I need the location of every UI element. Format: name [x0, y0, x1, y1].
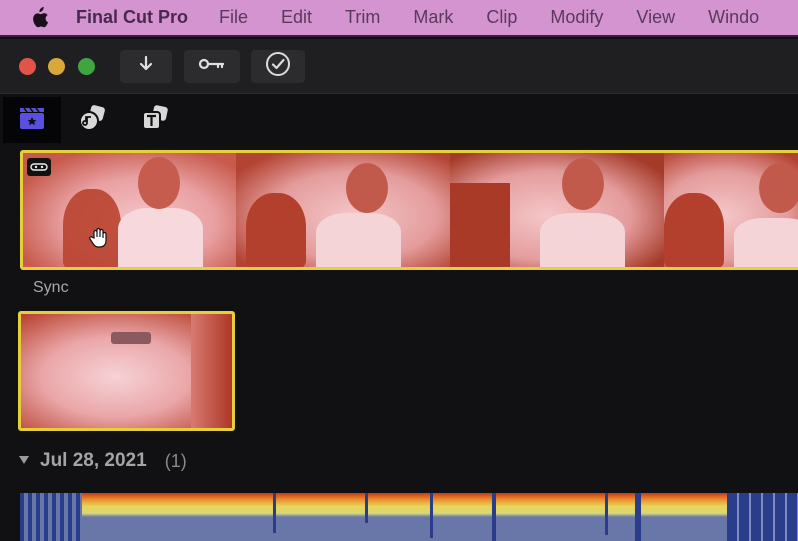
menu-trim[interactable]: Trim [345, 7, 380, 28]
event-group-header[interactable]: Jul 28, 2021 (1) [18, 450, 187, 472]
menu-mark[interactable]: Mark [413, 7, 453, 28]
menu-clip[interactable]: Clip [486, 7, 517, 28]
menu-app-name[interactable]: Final Cut Pro [76, 7, 188, 28]
window-minimize-button[interactable] [48, 58, 65, 75]
titles-icon [140, 104, 170, 137]
keywords-button[interactable] [184, 50, 240, 83]
tab-titles-generators[interactable] [126, 97, 184, 143]
clip-frame [664, 153, 798, 267]
clip-frame [236, 153, 450, 267]
clip-frame [450, 153, 664, 267]
waveform-segment [727, 493, 798, 541]
menu-edit[interactable]: Edit [281, 7, 312, 28]
disclosure-triangle-icon[interactable] [18, 452, 30, 470]
event-date: Jul 28, 2021 [40, 450, 147, 471]
event-clip-count: (1) [164, 450, 187, 471]
apple-logo-icon[interactable] [28, 6, 50, 29]
key-icon [198, 57, 226, 76]
import-media-button[interactable] [120, 50, 172, 83]
waveform-segment [20, 493, 82, 541]
menu-window[interactable]: Windo [708, 7, 759, 28]
checkmark-circle-icon [265, 51, 291, 82]
background-tasks-button[interactable] [251, 50, 305, 83]
photos-audio-icon [78, 104, 108, 137]
menu-modify[interactable]: Modify [550, 7, 603, 28]
clip-frame [21, 314, 232, 428]
clip-thumbnail[interactable] [18, 311, 235, 431]
window-close-button[interactable] [19, 58, 36, 75]
audio-clip-waveform[interactable] [20, 493, 798, 541]
waveform-peak-band [82, 493, 727, 517]
tab-libraries[interactable] [3, 97, 61, 143]
menu-view[interactable]: View [636, 7, 675, 28]
clip-sync-filmstrip[interactable] [20, 150, 798, 270]
menu-file[interactable]: File [219, 7, 248, 28]
clip-label-sync[interactable]: Sync [33, 279, 69, 297]
clapper-icon [18, 105, 46, 136]
hand-cursor-icon [88, 227, 110, 254]
menu-bar: Final Cut Pro File Edit Trim Mark Clip M… [0, 0, 798, 37]
window-zoom-button[interactable] [78, 58, 95, 75]
down-arrow-icon [138, 55, 154, 78]
clip-frame [23, 153, 236, 267]
tab-photos-audio[interactable] [64, 97, 122, 143]
multicam-icon [27, 158, 51, 176]
